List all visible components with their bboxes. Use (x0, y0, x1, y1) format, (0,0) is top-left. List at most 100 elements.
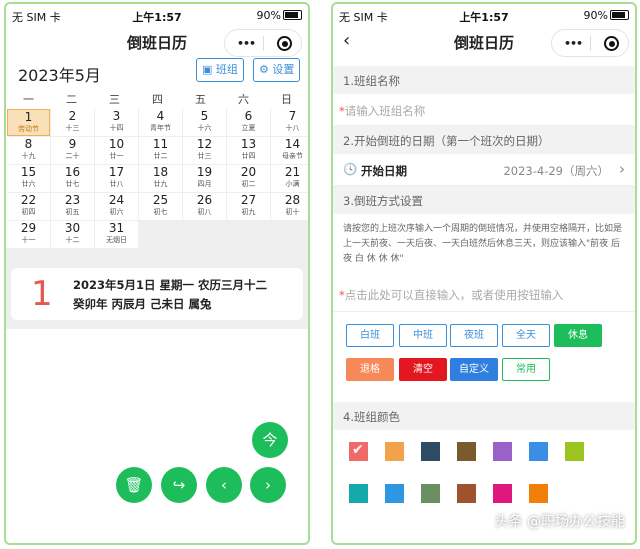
color-swatch[interactable] (421, 484, 440, 503)
color-swatch[interactable] (349, 484, 368, 503)
calendar-day[interactable]: 27 初九 (227, 193, 270, 220)
day-number: 25 (152, 193, 169, 207)
day-number: 20 (240, 165, 257, 179)
night-shift-button[interactable]: 夜班 (450, 324, 498, 347)
calendar-day[interactable]: 30 十二 (51, 221, 94, 248)
calendar-day[interactable]: 14 母亲节 (271, 137, 308, 164)
settings-button[interactable]: ⚙ 设置 (253, 58, 301, 82)
calendar-day[interactable]: 29 十一 (7, 221, 50, 248)
start-date-label: 开始日期 (361, 164, 407, 178)
calendar-day[interactable]: 21 小满 (271, 165, 308, 192)
lunar-label: 廿三 (197, 152, 212, 160)
pattern-input[interactable]: 点击此处可以直接输入，或者使用按钮输入 (345, 288, 564, 302)
middle-shift-button[interactable]: 中班 (399, 324, 447, 347)
calendar-day[interactable]: 24 初六 (95, 193, 138, 220)
calendar-day[interactable]: 18 廿九 (139, 165, 182, 192)
calendar-day[interactable]: 25 初七 (139, 193, 182, 220)
calendar-day[interactable]: 15 廿六 (7, 165, 50, 192)
color-swatch[interactable] (493, 484, 512, 503)
lunar-label: 小满 (285, 180, 300, 188)
color-swatch[interactable] (529, 484, 548, 503)
color-swatch[interactable] (421, 442, 440, 461)
more-icon[interactable]: ••• (564, 37, 583, 50)
calendar-day[interactable]: 7 十八 (271, 109, 308, 136)
calendar-day[interactable]: 12 廿三 (183, 137, 226, 164)
status-bar: 无 SIM 卡 上午1:57 90% (333, 4, 635, 28)
prev-month-button[interactable]: ‹ (206, 467, 242, 503)
full-day-button[interactable]: 全天 (502, 324, 550, 347)
color-swatch[interactable] (565, 442, 584, 461)
calendar-day[interactable]: 9 二十 (51, 137, 94, 164)
next-month-button[interactable]: › (250, 467, 286, 503)
gear-icon: ⚙ (259, 63, 273, 76)
calendar-day[interactable]: 1 劳动节 (7, 109, 50, 136)
pattern-field[interactable]: *点击此处可以直接输入，或者使用按钮输入 (333, 278, 635, 312)
calendar-day[interactable]: 13 廿四 (227, 137, 270, 164)
calendar-day[interactable]: 5 十六 (183, 109, 226, 136)
color-swatch[interactable] (385, 484, 404, 503)
calendar-day[interactable]: 23 初五 (51, 193, 94, 220)
calendar-header: 2023年5月 ▣ 班组 ⚙ 设置 (6, 58, 308, 88)
color-swatch[interactable] (457, 484, 476, 503)
nav-bar: 倒班日历 ••• (6, 28, 308, 58)
calendar-day[interactable]: 31 无烟日 (95, 221, 138, 248)
color-swatch[interactable] (385, 442, 404, 461)
calendar-day[interactable]: 10 廿一 (95, 137, 138, 164)
calendar-day[interactable]: 26 初八 (183, 193, 226, 220)
spacer (6, 325, 308, 329)
battery-level: 90% (583, 9, 608, 22)
share-button[interactable]: ↪ (161, 467, 197, 503)
clear-button[interactable]: 清空 (399, 358, 447, 381)
more-icon[interactable]: ••• (237, 37, 256, 50)
calendar-day[interactable]: 6 立夏 (227, 109, 270, 136)
rest-button[interactable]: 休息 (554, 324, 602, 347)
calendar-day[interactable]: 22 初四 (7, 193, 50, 220)
lunar-label: 廿九 (153, 180, 168, 188)
group-name-field[interactable]: *请输入班组名称 (333, 94, 635, 126)
day-number: 9 (68, 137, 77, 151)
calendar-day[interactable]: 19 四月 (183, 165, 226, 192)
calendar-day[interactable]: 11 廿二 (139, 137, 182, 164)
delete-button[interactable]: 🗑 (116, 467, 152, 503)
calendar-day[interactable]: 28 初十 (271, 193, 308, 220)
day-shift-button[interactable]: 白班 (346, 324, 394, 347)
share-icon: ↪ (172, 476, 186, 494)
lunar-label: 初九 (241, 208, 256, 216)
calendar-day[interactable]: 8 十九 (7, 137, 50, 164)
empty-cell (271, 221, 308, 248)
section-start-heading: 2.开始倒班的日期（第一个班次的日期） (333, 126, 635, 154)
calendar-day[interactable]: 17 廿八 (95, 165, 138, 192)
shift-group-button[interactable]: ▣ 班组 (196, 58, 244, 82)
lunar-label: 十二 (65, 236, 80, 244)
calendar-day[interactable]: 4 青年节 (139, 109, 182, 136)
lunar-label: 廿一 (109, 152, 124, 160)
color-swatch[interactable]: ✔ (349, 442, 368, 461)
lunar-label: 四月 (197, 180, 212, 188)
lunar-label: 廿二 (153, 152, 168, 160)
weekday-label: 四 (152, 93, 163, 106)
calendar-day[interactable]: 16 廿七 (51, 165, 94, 192)
common-button[interactable]: 常用 (502, 358, 550, 381)
calendar-day[interactable]: 2 十三 (51, 109, 94, 136)
color-swatch[interactable] (493, 442, 512, 461)
today-button[interactable]: 今 (252, 422, 288, 458)
color-swatch[interactable] (529, 442, 548, 461)
group-name-input[interactable]: 请输入班组名称 (345, 104, 426, 118)
battery-indicator: 90% (257, 9, 302, 22)
backspace-button[interactable]: 退格 (346, 358, 394, 381)
weekday-label: 三 (109, 93, 120, 106)
shift-settings-screen: 无 SIM 卡 上午1:57 90% ‹ 倒班日历 ••• 1.班组名称 *请输… (331, 2, 637, 545)
day-number: 13 (240, 137, 257, 151)
color-swatch[interactable] (457, 442, 476, 461)
close-miniapp-icon[interactable] (277, 36, 292, 51)
day-number: 24 (108, 193, 125, 207)
close-miniapp-icon[interactable] (604, 36, 619, 51)
calendar-day[interactable]: 20 初二 (227, 165, 270, 192)
custom-button[interactable]: 自定义 (450, 358, 498, 381)
start-date-row[interactable]: 🕓 开始日期 2023-4-29（周六） › (333, 154, 635, 186)
day-number: 26 (196, 193, 213, 207)
lunar-label: 立夏 (241, 124, 256, 132)
calendar-day[interactable]: 3 十四 (95, 109, 138, 136)
lunar-label: 二十 (65, 152, 80, 160)
